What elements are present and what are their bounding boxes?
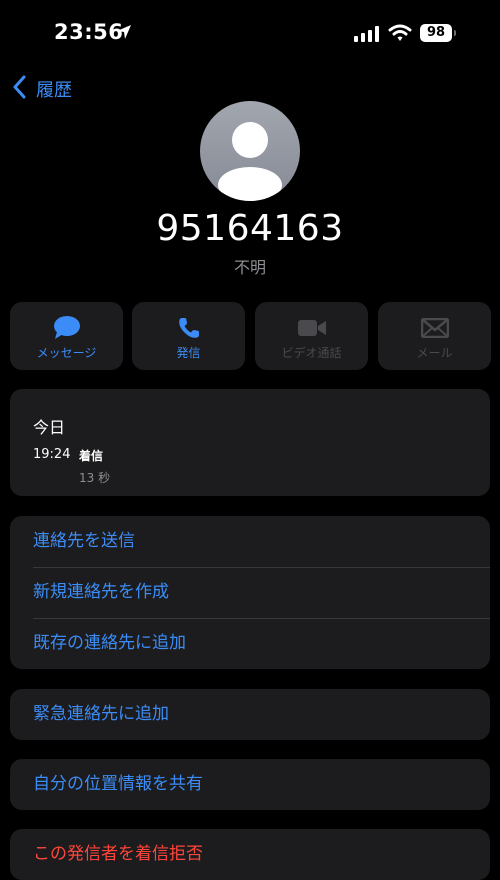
share-location-row[interactable]: 自分の位置情報を共有 (10, 759, 490, 810)
call-history-card: 今日 19:24 着信 13 秒 (10, 389, 490, 496)
add-existing-contact-row[interactable]: 既存の連絡先に追加 (10, 618, 490, 669)
add-existing-contact-label: 既存の連絡先に追加 (33, 633, 186, 653)
message-icon (10, 314, 123, 342)
phone-number: 95164163 (156, 208, 344, 249)
create-contact-row[interactable]: 新規連絡先を作成 (10, 567, 490, 618)
share-location-card: 自分の位置情報を共有 (10, 759, 490, 810)
cellular-signal-icon (354, 26, 380, 46)
phone-icon (132, 314, 245, 342)
battery-indicator: 98 (420, 24, 452, 42)
add-emergency-contact-label: 緊急連絡先に追加 (33, 704, 169, 724)
battery-cap (454, 30, 456, 36)
mail-icon (378, 314, 491, 342)
mail-label: メール (416, 346, 453, 360)
message-label: メッセージ (36, 346, 97, 360)
location-arrow-icon (116, 24, 132, 44)
wifi-icon (388, 24, 412, 46)
send-contact-row[interactable]: 連絡先を送信 (10, 516, 490, 567)
chevron-left-icon (12, 75, 26, 103)
person-silhouette-icon (218, 122, 282, 201)
message-button[interactable]: メッセージ (10, 302, 123, 370)
emergency-contact-card: 緊急連絡先に追加 (10, 689, 490, 740)
number-label: 不明 (233, 258, 266, 277)
share-location-label: 自分の位置情報を共有 (33, 774, 203, 794)
video-call-label: ビデオ通話 (281, 346, 342, 360)
avatar (200, 101, 300, 201)
video-icon (255, 314, 368, 342)
history-duration: 13 秒 (79, 471, 111, 485)
back-button[interactable]: 履歴 (12, 74, 72, 104)
status-time: 23:56 (54, 20, 124, 44)
block-caller-row[interactable]: この発信者を着信拒否 (10, 829, 490, 880)
call-label: 発信 (176, 346, 201, 360)
history-date: 今日 (33, 418, 66, 437)
history-time: 19:24 (33, 447, 71, 462)
block-caller-label: この発信者を着信拒否 (33, 844, 203, 864)
back-label: 履歴 (36, 80, 72, 101)
history-call-type: 着信 (79, 449, 104, 463)
block-caller-card: この発信者を着信拒否 (10, 829, 490, 880)
send-contact-label: 連絡先を送信 (33, 531, 135, 551)
contact-actions-card: 連絡先を送信 新規連絡先を作成 既存の連絡先に追加 (10, 516, 490, 669)
call-button[interactable]: 発信 (132, 302, 245, 370)
mail-button[interactable]: メール (378, 302, 491, 370)
video-call-button[interactable]: ビデオ通話 (255, 302, 368, 370)
action-buttons: メッセージ 発信 ビデオ通話 メール (10, 302, 491, 370)
create-contact-label: 新規連絡先を作成 (33, 582, 169, 602)
status-bar: 23:56 98 (0, 0, 500, 60)
add-emergency-contact-row[interactable]: 緊急連絡先に追加 (10, 689, 490, 740)
